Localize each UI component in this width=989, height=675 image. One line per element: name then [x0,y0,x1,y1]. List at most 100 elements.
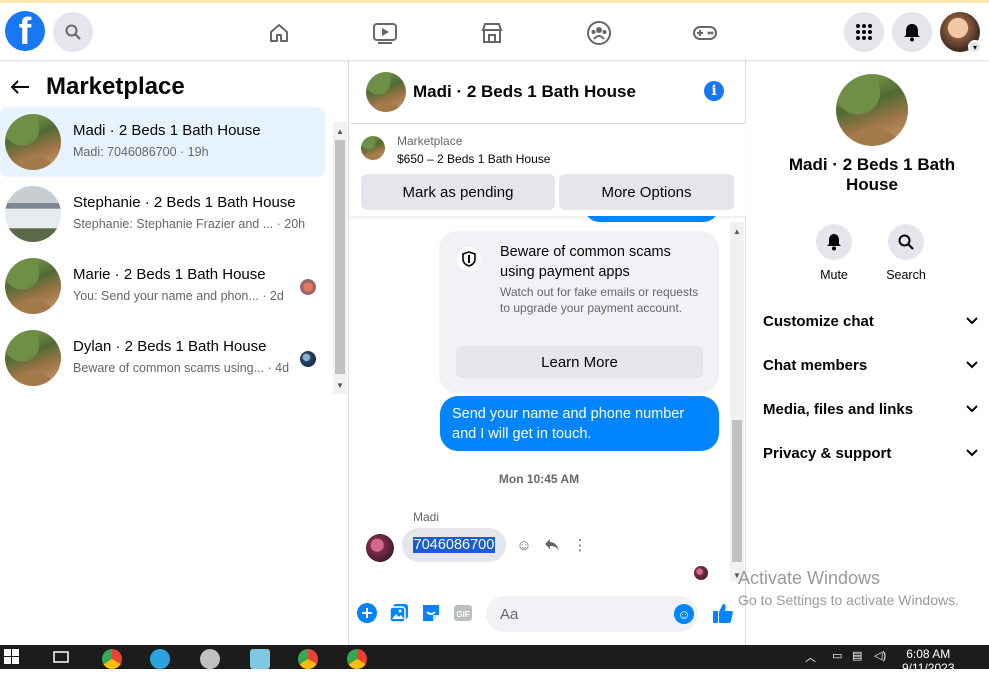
watch-icon[interactable] [371,19,399,47]
listing-thumbnail [5,258,61,314]
section-label: Chat members [763,356,868,374]
message-input[interactable] [486,596,698,632]
conversation-title: Madi · 2 Beds 1 Bath House [73,122,261,139]
tray-camera-icon[interactable]: ▭ [832,649,842,662]
windows-start-icon[interactable] [4,649,24,669]
listing-source: Marketplace [397,134,463,148]
listing-avatar[interactable] [366,72,406,112]
conversation-item-dylan[interactable]: Dylan · 2 Beds 1 Bath House Beware of co… [0,323,325,393]
plus-circle-icon[interactable] [356,602,378,624]
conversation-item-stephanie[interactable]: Stephanie · 2 Beds 1 Bath House Stephani… [0,179,325,249]
chat-scrollbar[interactable]: ▲ ▼ [730,222,744,582]
section-label: Customize chat [763,312,874,330]
app-icon-2[interactable] [250,649,270,669]
account-avatar[interactable]: ▾ [940,12,982,54]
reply-icon[interactable] [543,536,561,554]
chrome-icon-active[interactable] [347,649,367,669]
search-icon [65,24,81,40]
emoji-icon[interactable]: ☺ [674,604,694,624]
chat-panel: Madi · 2 Beds 1 Bath House i Marketplace… [350,60,746,645]
conversation-preview: Madi: 7046086700 · 19h [73,145,209,159]
seen-avatar [300,279,316,295]
mark-as-pending-button[interactable]: Mark as pending [361,174,555,210]
scroll-down-arrow-icon[interactable]: ▼ [730,568,744,582]
media-files-links-section[interactable]: Media, files and links [763,389,979,429]
taskbar-clock[interactable]: 6:08 AM 9/11/2023 [902,647,955,675]
conversation-list-scrollbar[interactable]: ▲ ▼ [333,122,347,394]
app-icon[interactable] [200,649,220,669]
search-label: Search [886,268,926,282]
chat-title[interactable]: Madi · 2 Beds 1 Bath House [413,82,636,102]
react-smiley-icon[interactable]: ☺ [515,536,533,554]
listing-thumbnail [5,114,61,170]
more-options-button[interactable]: More Options [559,174,734,210]
mute-action[interactable]: Mute [804,224,864,282]
menu-grid-button[interactable] [844,12,884,52]
scrollbar-thumb[interactable] [335,140,345,374]
scroll-up-arrow-icon[interactable]: ▲ [730,224,744,238]
listing-avatar-large[interactable] [836,74,908,146]
conversation-item-marie[interactable]: Marie · 2 Beds 1 Bath House You: Send yo… [0,251,325,321]
scam-warning-body: Watch out for fake emails or requests to… [500,285,699,315]
chat-header: Madi · 2 Beds 1 Bath House i [350,60,746,124]
gaming-icon[interactable] [691,19,719,47]
shield-icon [457,247,481,271]
menu-grid-icon [856,24,872,40]
learn-more-button[interactable]: Learn More [456,346,703,378]
details-title: Madi · 2 Beds 1 Bath House [788,155,956,194]
windows-taskbar: ︿ ▭ ▤ ◁) 6:08 AM 9/11/2023 [0,645,989,675]
marketplace-icon[interactable] [478,19,506,47]
clock-date: 9/11/2023 [902,661,955,675]
message-timestamp: Mon 10:45 AM [498,472,580,486]
scam-warning-title: Beware of common scams using payment app… [500,244,671,280]
tray-chevron-icon[interactable]: ︿ [805,649,816,665]
telegram-icon[interactable] [150,649,170,669]
info-icon[interactable]: i [704,81,724,101]
facebook-logo[interactable]: f [5,11,45,51]
incoming-message[interactable]: 7046086700 [402,528,506,562]
chat-members-section[interactable]: Chat members [763,345,979,385]
page-title: Marketplace [46,73,185,100]
scrollbar-thumb[interactable] [732,420,742,562]
chrome-icon-2[interactable] [298,649,318,669]
groups-icon[interactable] [585,19,613,47]
conversation-item-madi[interactable]: Madi · 2 Beds 1 Bath House Madi: 7046086… [0,107,325,177]
listing-price-title[interactable]: $650 – 2 Beds 1 Bath House [397,152,550,166]
conversation-title: Stephanie · 2 Beds 1 Bath House [73,194,296,211]
thumbs-up-icon[interactable] [712,602,734,624]
bell-icon [904,24,920,42]
notifications-button[interactable] [892,12,932,52]
gif-icon[interactable]: GIF [452,602,474,624]
back-arrow-icon[interactable] [10,72,34,102]
tray-network-icon[interactable]: ▤ [852,649,862,662]
outgoing-message[interactable]: Send your name and phone number and I wi… [440,396,719,451]
chevron-down-icon[interactable]: ▾ [968,40,982,54]
bell-icon[interactable] [816,224,852,260]
listing-thumbnail [5,186,61,242]
chat-details-panel: Madi · 2 Beds 1 Bath House Mute Search C… [747,60,989,645]
customize-chat-section[interactable]: Customize chat [763,301,979,341]
home-icon[interactable] [265,19,293,47]
sticker-icon[interactable] [420,602,442,624]
scroll-up-arrow-icon[interactable]: ▲ [333,124,347,138]
clock-time: 6:08 AM [906,647,951,661]
selected-message-text: 7046086700 [412,537,496,553]
task-view-icon[interactable] [52,649,72,669]
mute-label: Mute [820,268,848,282]
top-navigation-bar: f ▾ [0,0,989,60]
conversation-preview: Beware of common scams using... · 4d [73,361,290,375]
more-actions-icon[interactable]: ⋮ [571,536,589,554]
scam-warning-card: Beware of common scams using payment app… [439,231,719,393]
chrome-icon[interactable] [102,649,122,669]
search-button[interactable] [53,12,93,52]
search-action[interactable]: Search [876,224,936,282]
tray-volume-icon[interactable]: ◁) [874,649,886,662]
privacy-support-section[interactable]: Privacy & support [763,433,979,473]
section-label: Media, files and links [763,400,914,418]
search-icon[interactable] [888,224,924,260]
photo-icon[interactable] [388,602,410,624]
sender-avatar[interactable] [366,534,394,562]
scroll-down-arrow-icon[interactable]: ▼ [333,378,347,392]
message-composer: GIF ☺ [350,588,746,645]
conversation-preview: Stephanie: Stephanie Frazier and ... · 2… [73,217,306,231]
